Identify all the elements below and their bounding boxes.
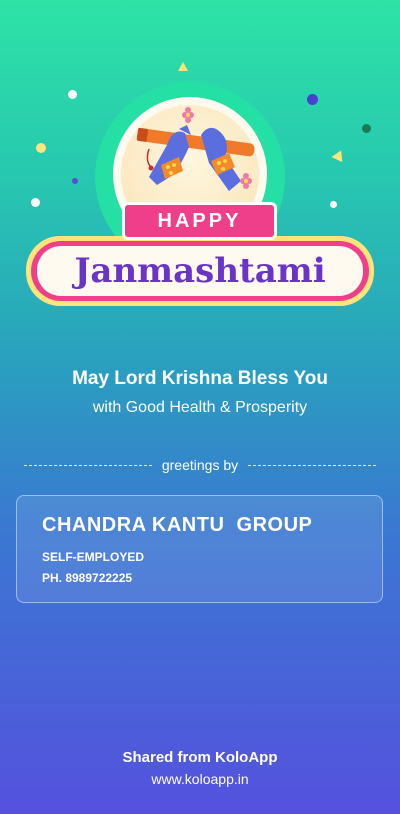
janmashtami-emblem: Janmashtami HAPPY [0,0,400,320]
divider-line-left [24,464,152,466]
flower-icon [182,107,194,123]
divider-line-right [248,464,376,466]
greeting-card: Janmashtami HAPPY May Lord Krishna Bless… [0,0,400,814]
greetings-by-label: greetings by [161,457,239,473]
sender-role: SELF-EMPLOYED [42,550,145,564]
festival-title: Janmashtami [37,246,363,296]
blessing-line-2: with Good Health & Prosperity [92,399,308,416]
shared-from-label: Shared from KoloApp [122,749,278,766]
sender-card: CHANDRA KANTU GROUP SELF-EMPLOYED PH. 89… [16,495,383,603]
sender-name: CHANDRA KANTU GROUP [42,514,313,536]
website-link[interactable]: www.koloapp.in [0,771,400,787]
blessing-line-1: May Lord Krishna Bless You [72,368,328,389]
greetings-divider: greetings by [24,456,376,474]
happy-tag: HAPPY [122,202,277,240]
sender-phone[interactable]: PH. 8989722225 [42,571,132,585]
